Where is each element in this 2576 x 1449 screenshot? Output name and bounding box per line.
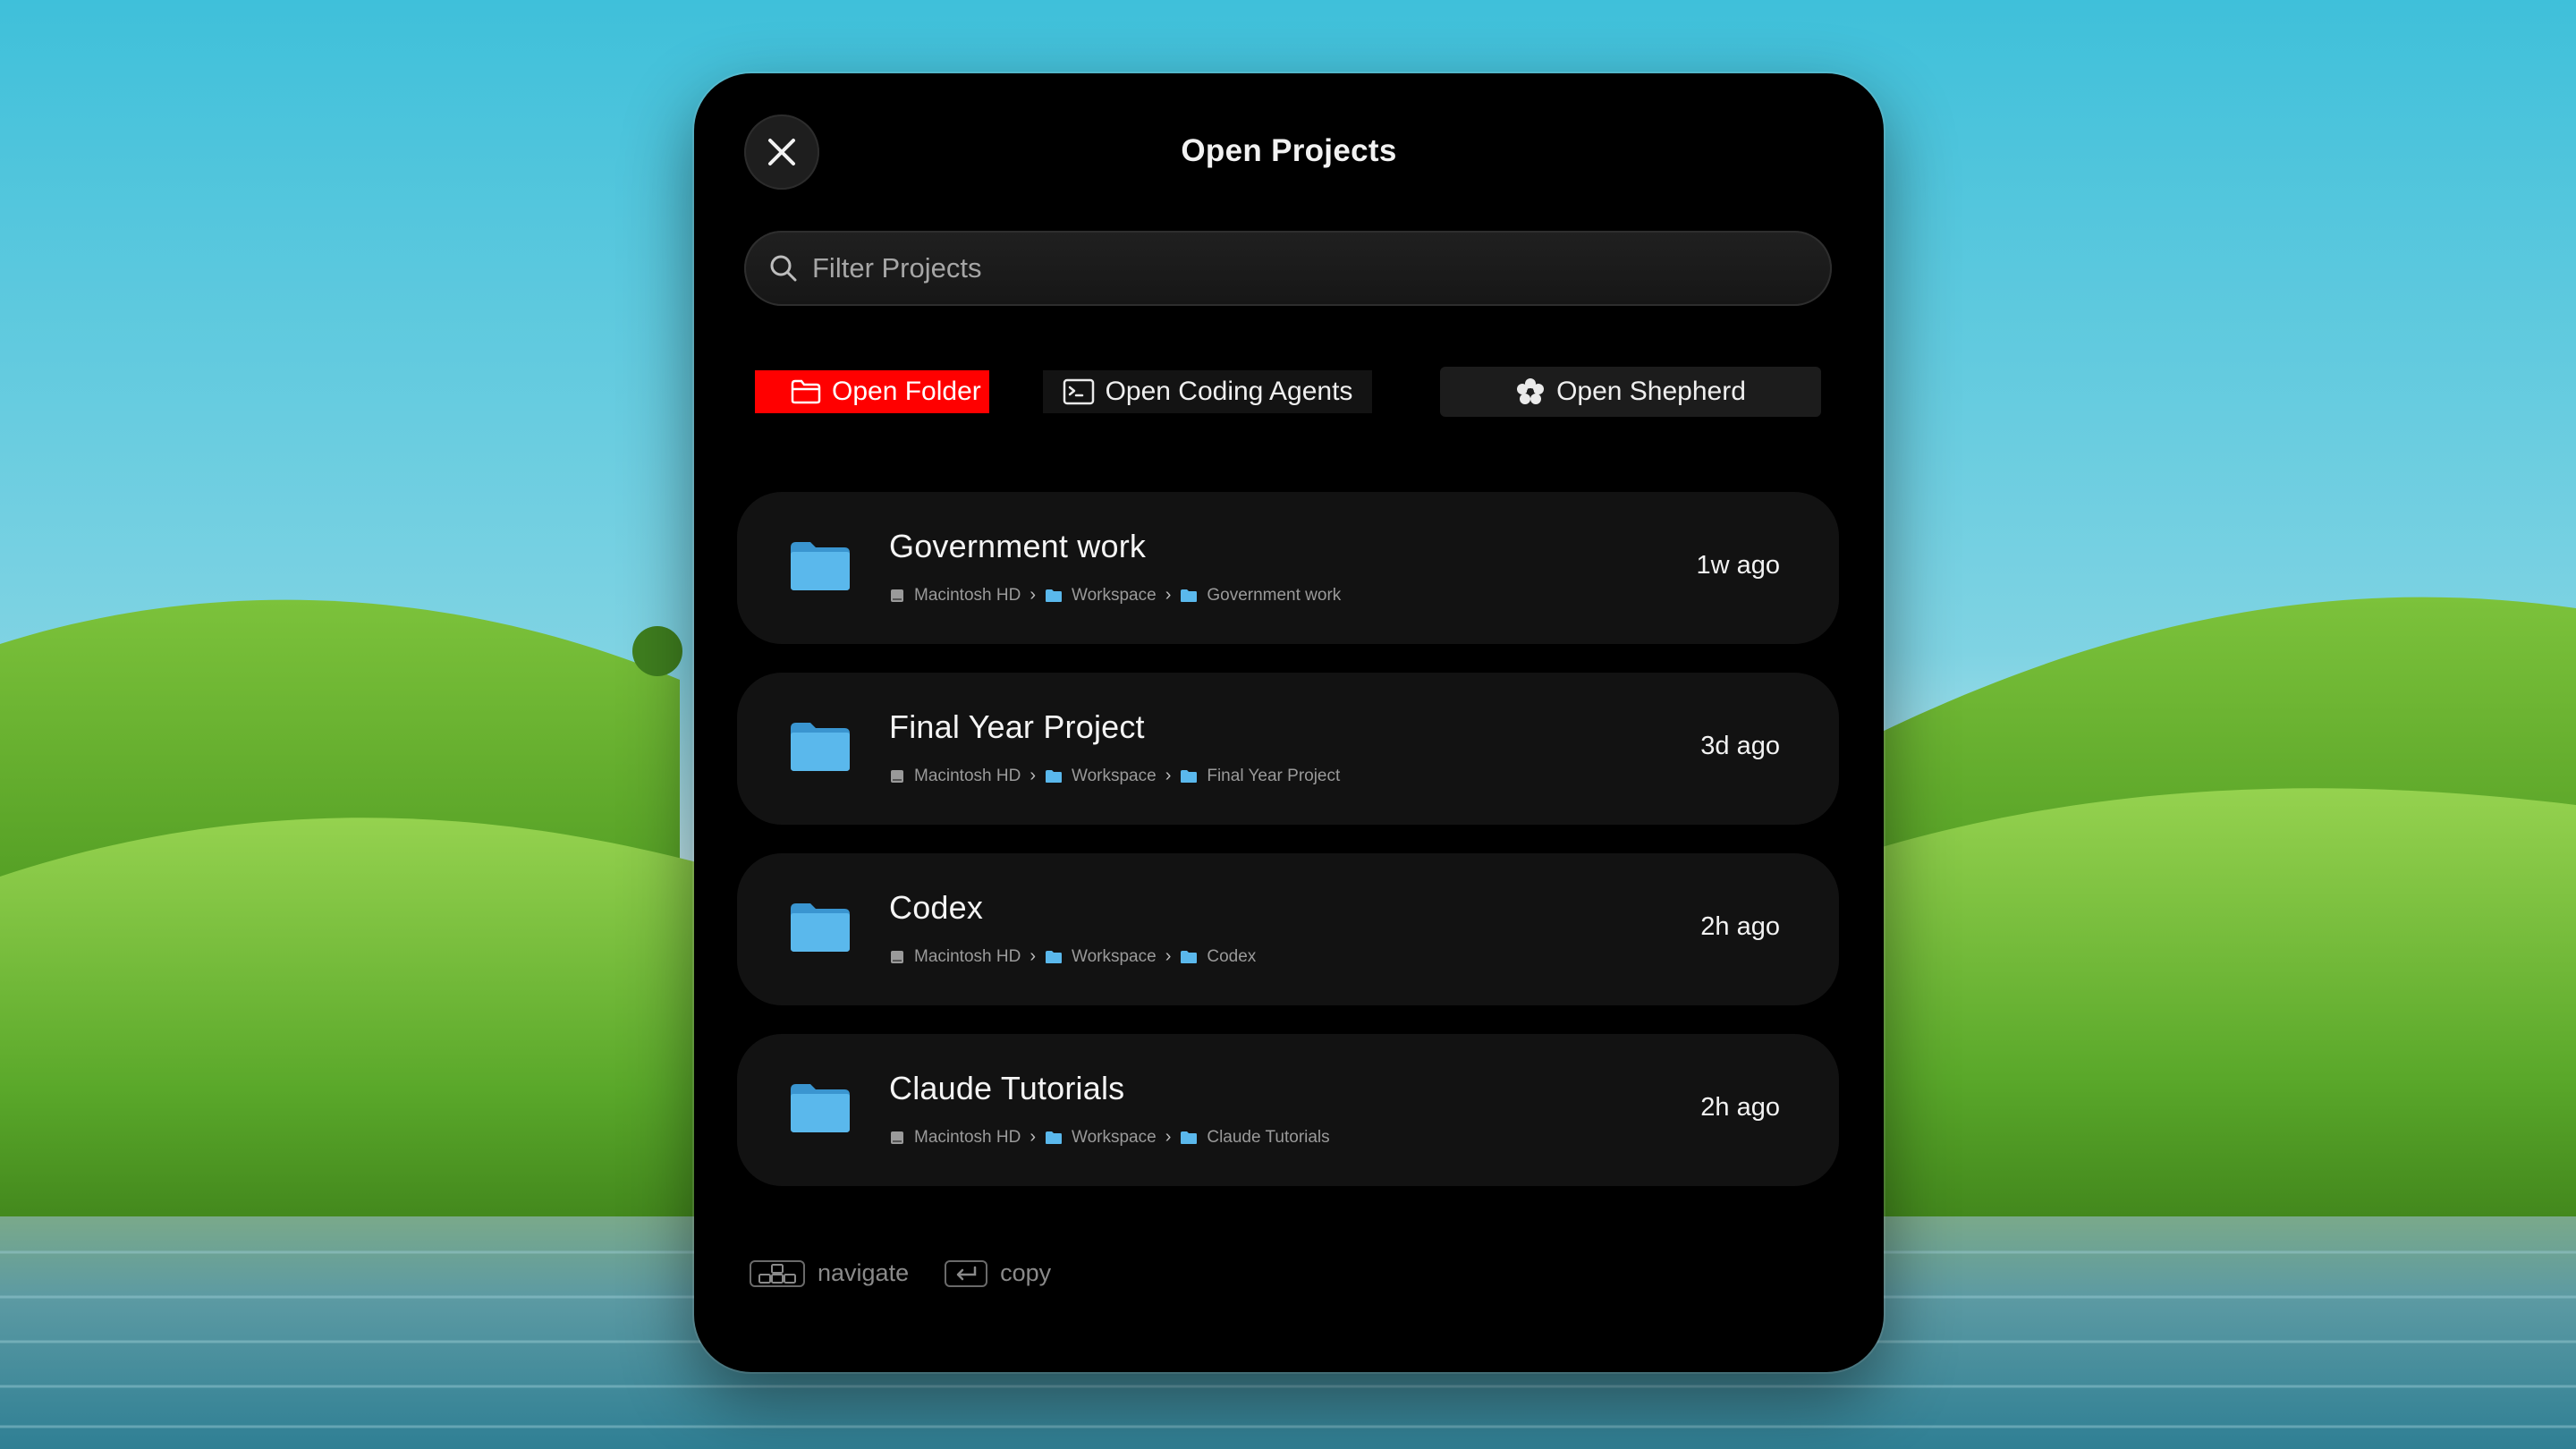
path-disk: Macintosh HD	[889, 947, 1021, 967]
project-name: Claude Tutorials	[889, 1070, 1125, 1106]
filter-projects-field[interactable]	[744, 231, 1832, 306]
path-segment: Workspace	[1072, 946, 1157, 966]
project-last-opened: 3d ago	[1700, 732, 1780, 760]
small-folder-icon	[1046, 589, 1062, 602]
open-projects-dialog: Open Projects Open Folder Open Coding Ag…	[694, 73, 1884, 1372]
open-folder-label: Open Folder	[832, 377, 981, 406]
path-segment: Government work	[1207, 585, 1342, 605]
action-bar: Open Folder Open Coding Agents Open Shep…	[694, 367, 1884, 417]
project-list: Government work Macintosh HD › Workspace…	[737, 492, 1839, 1215]
open-shepherd-button[interactable]: Open Shepherd	[1440, 367, 1821, 417]
path-folder: Codex	[1180, 947, 1256, 967]
open-coding-agents-button[interactable]: Open Coding Agents	[1043, 370, 1372, 413]
chevron-right-icon: ›	[1165, 946, 1172, 966]
folder-outline-icon	[791, 379, 821, 404]
path-folder: Final Year Project	[1180, 767, 1340, 786]
path-segment: Macintosh HD	[914, 766, 1021, 785]
filter-projects-input[interactable]	[812, 252, 1796, 284]
open-coding-agents-label: Open Coding Agents	[1105, 377, 1353, 406]
project-row[interactable]: Claude Tutorials Macintosh HD › Workspac…	[737, 1034, 1839, 1186]
chevron-right-icon: ›	[1165, 1127, 1172, 1147]
dialog-title: Open Projects	[1181, 133, 1397, 168]
project-name: Government work	[889, 528, 1147, 564]
navigate-hint: navigate	[750, 1259, 909, 1287]
chevron-right-icon: ›	[1165, 766, 1172, 785]
hard-drive-icon	[891, 769, 903, 783]
path-folder: Workspace	[1045, 1128, 1157, 1148]
path-segment: Workspace	[1072, 766, 1157, 785]
project-name: Final Year Project	[889, 708, 1145, 745]
terminal-icon	[1063, 378, 1094, 405]
return-key-icon	[945, 1259, 988, 1287]
small-folder-icon	[1046, 1131, 1062, 1144]
project-last-opened: 2h ago	[1700, 1093, 1780, 1122]
project-path: Macintosh HD › Workspace › Final Year Pr…	[889, 766, 1340, 786]
path-disk: Macintosh HD	[889, 767, 1021, 786]
small-folder-icon	[1181, 1131, 1198, 1144]
project-row[interactable]: Codex Macintosh HD › Workspace › Codex 2…	[737, 853, 1839, 1005]
path-folder: Workspace	[1045, 947, 1157, 967]
small-folder-icon	[1181, 950, 1198, 963]
project-name: Codex	[889, 889, 984, 926]
shepherd-icon	[1517, 378, 1545, 404]
chevron-right-icon: ›	[1165, 585, 1172, 605]
open-folder-button[interactable]: Open Folder	[755, 370, 989, 413]
hard-drive-icon	[891, 950, 903, 963]
path-segment: Workspace	[1072, 1127, 1157, 1147]
path-segment: Codex	[1207, 946, 1257, 966]
path-folder: Government work	[1180, 586, 1341, 606]
chevron-right-icon: ›	[1030, 766, 1036, 785]
chevron-right-icon: ›	[1030, 946, 1036, 966]
chevron-right-icon: ›	[1030, 1127, 1036, 1147]
path-segment: Claude Tutorials	[1207, 1127, 1330, 1147]
path-segment: Macintosh HD	[914, 585, 1021, 605]
project-path: Macintosh HD › Workspace › Codex	[889, 946, 1256, 967]
arrow-keys-icon	[750, 1259, 805, 1287]
search-icon	[770, 255, 797, 282]
folder-icon	[791, 1084, 850, 1132]
path-segment: Macintosh HD	[914, 946, 1021, 966]
copy-hint: copy	[945, 1259, 1051, 1287]
project-last-opened: 2h ago	[1700, 912, 1780, 941]
project-row[interactable]: Government work Macintosh HD › Workspace…	[737, 492, 1839, 644]
project-path: Macintosh HD › Workspace › Claude Tutori…	[889, 1127, 1330, 1148]
navigate-label: navigate	[818, 1259, 910, 1286]
path-segment: Workspace	[1072, 585, 1157, 605]
small-folder-icon	[1046, 769, 1062, 783]
path-disk: Macintosh HD	[889, 1128, 1021, 1148]
path-folder: Workspace	[1045, 767, 1157, 786]
path-folder: Claude Tutorials	[1180, 1127, 1330, 1148]
folder-icon	[791, 723, 850, 771]
path-folder: Workspace	[1045, 586, 1157, 606]
small-folder-icon	[1046, 950, 1062, 963]
open-shepherd-label: Open Shepherd	[1556, 377, 1746, 406]
project-last-opened: 1w ago	[1696, 551, 1780, 580]
hard-drive-icon	[891, 589, 903, 602]
copy-label: copy	[1000, 1259, 1052, 1286]
project-row[interactable]: Final Year Project Macintosh HD › Worksp…	[737, 673, 1839, 825]
chevron-right-icon: ›	[1030, 585, 1036, 605]
folder-icon	[791, 903, 850, 952]
path-segment: Final Year Project	[1207, 766, 1341, 785]
project-path: Macintosh HD › Workspace › Government wo…	[889, 585, 1341, 606]
path-segment: Macintosh HD	[914, 1127, 1021, 1147]
keyboard-hints: navigate copy	[750, 1259, 1051, 1287]
small-folder-icon	[1181, 589, 1198, 602]
folder-icon	[791, 542, 850, 590]
small-folder-icon	[1181, 769, 1198, 783]
path-disk: Macintosh HD	[889, 586, 1021, 606]
hard-drive-icon	[891, 1131, 903, 1144]
